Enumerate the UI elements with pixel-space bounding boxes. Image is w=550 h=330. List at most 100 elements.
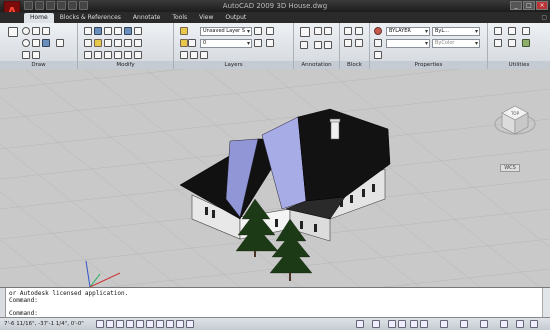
annotation-visibility-icon[interactable] <box>460 320 468 328</box>
fillet-icon[interactable] <box>94 39 102 47</box>
layer-state-dropdown[interactable]: Unsaved Layer S <box>200 27 252 36</box>
lineweight-dropdown[interactable] <box>386 39 430 48</box>
layer-properties-icon[interactable] <box>180 27 188 35</box>
polar-tracking-icon[interactable] <box>126 320 134 328</box>
tab-home[interactable]: Home <box>24 13 54 23</box>
dynamic-input-icon[interactable] <box>166 320 174 328</box>
copy-icon[interactable] <box>94 27 102 35</box>
leader-icon[interactable] <box>300 41 308 49</box>
pan-icon[interactable] <box>508 27 516 35</box>
ortho-mode-icon[interactable] <box>116 320 124 328</box>
break-icon[interactable] <box>94 51 102 59</box>
close-button[interactable]: × <box>536 1 548 10</box>
tab-annotate[interactable]: Annotate <box>127 13 166 23</box>
annotation-scale-icon[interactable] <box>440 320 448 328</box>
tab-view[interactable]: View <box>193 13 219 23</box>
object-snap-icon[interactable] <box>136 320 144 328</box>
edit-block-icon[interactable] <box>344 39 352 47</box>
table-icon[interactable] <box>324 27 332 35</box>
create-block-icon[interactable] <box>355 27 363 35</box>
array-icon[interactable] <box>104 39 112 47</box>
stretch-icon[interactable] <box>104 27 112 35</box>
linetype-dropdown[interactable]: ByL... <box>432 27 480 36</box>
text-style-icon[interactable] <box>314 41 322 49</box>
rectangle-icon[interactable] <box>32 27 40 35</box>
command-line[interactable]: or Autodesk licensed application. Comman… <box>0 287 550 318</box>
tab-output[interactable]: Output <box>219 13 252 23</box>
layer-freeze-icon[interactable] <box>188 39 196 47</box>
copy-clip-icon[interactable] <box>522 27 530 35</box>
command-prompt[interactable]: Command: <box>9 310 38 317</box>
block-attribute-icon[interactable] <box>355 39 363 47</box>
extend-icon[interactable] <box>84 51 92 59</box>
hatch-icon[interactable] <box>42 39 50 47</box>
make-current-icon[interactable] <box>266 27 274 35</box>
trim-icon[interactable] <box>84 39 92 47</box>
scale-icon[interactable] <box>134 27 142 35</box>
line-icon[interactable] <box>8 27 18 37</box>
showmotion-icon[interactable] <box>420 320 428 328</box>
circle-icon[interactable] <box>22 39 30 47</box>
dynamic-ucs-icon[interactable] <box>156 320 164 328</box>
tab-tools[interactable]: Tools <box>166 13 193 23</box>
color-dropdown[interactable]: BYLAYER <box>386 27 430 36</box>
layer-state-icon[interactable] <box>254 27 262 35</box>
snap-mode-icon[interactable] <box>96 320 104 328</box>
measure-icon[interactable] <box>494 39 502 47</box>
dim-style-icon[interactable] <box>324 41 332 49</box>
dimension-icon[interactable] <box>314 27 322 35</box>
mirror-icon[interactable] <box>124 27 132 35</box>
erase-icon[interactable] <box>134 39 142 47</box>
polygon-icon[interactable] <box>42 27 50 35</box>
grid-display-icon[interactable] <box>106 320 114 328</box>
chamfer-icon[interactable] <box>104 51 112 59</box>
explode-icon[interactable] <box>124 39 132 47</box>
ribbon-minimize-icon[interactable]: ▢ <box>541 14 547 21</box>
plotstyle-dropdown[interactable]: ByColor <box>432 39 480 48</box>
model-space-icon[interactable] <box>356 320 364 328</box>
command-line-grip[interactable] <box>0 288 6 318</box>
workspace-switch-icon[interactable] <box>480 320 488 328</box>
lengthen-icon[interactable] <box>124 51 132 59</box>
point-icon[interactable] <box>32 51 40 59</box>
rotate-icon[interactable] <box>114 27 122 35</box>
steering-wheel-icon[interactable] <box>410 320 418 328</box>
move-icon[interactable] <box>84 27 92 35</box>
paste-icon[interactable] <box>522 39 530 47</box>
maximize-button[interactable]: □ <box>523 1 535 10</box>
command-scrollbar[interactable] <box>542 288 550 318</box>
tab-blocks-references[interactable]: Blocks & References <box>54 13 127 23</box>
layer-unisolate-icon[interactable] <box>190 51 198 59</box>
object-snap-tracking-icon[interactable] <box>146 320 154 328</box>
layer-off-icon[interactable] <box>200 51 208 59</box>
pan-status-icon[interactable] <box>388 320 396 328</box>
quick-calc-icon[interactable] <box>508 39 516 47</box>
lock-icon[interactable] <box>500 320 508 328</box>
offset-icon[interactable] <box>114 39 122 47</box>
list-icon[interactable] <box>374 51 382 59</box>
lineweight-icon[interactable] <box>374 39 382 47</box>
minimize-button[interactable]: _ <box>510 1 522 10</box>
ellipse-icon[interactable] <box>22 51 30 59</box>
viewcube-icon[interactable]: TOP <box>490 94 540 144</box>
layer-previous-icon[interactable] <box>266 39 274 47</box>
status-tray-icon[interactable] <box>516 320 524 328</box>
join-icon[interactable] <box>114 51 122 59</box>
layer-isolate-icon[interactable] <box>180 51 188 59</box>
align-icon[interactable] <box>134 51 142 59</box>
clean-screen-icon[interactable] <box>530 320 538 328</box>
match-properties-icon[interactable] <box>374 27 382 35</box>
lineweight-toggle-icon[interactable] <box>176 320 184 328</box>
multiline-text-icon[interactable] <box>300 27 310 37</box>
insert-block-icon[interactable] <box>344 27 352 35</box>
drawing-viewport[interactable]: TOP WCS <box>0 69 550 287</box>
zoom-icon[interactable] <box>494 27 502 35</box>
quick-properties-icon[interactable] <box>186 320 194 328</box>
wcs-menu[interactable]: WCS <box>500 164 520 172</box>
coordinate-display[interactable]: 7'-6 11/16", -37'-1 1/4", 0'-0" <box>4 321 84 327</box>
layer-on-icon[interactable] <box>180 39 188 47</box>
layer-match-icon[interactable] <box>254 39 262 47</box>
spline-icon[interactable] <box>56 39 64 47</box>
layer-dropdown[interactable]: 0 <box>200 39 252 48</box>
zoom-status-icon[interactable] <box>398 320 406 328</box>
